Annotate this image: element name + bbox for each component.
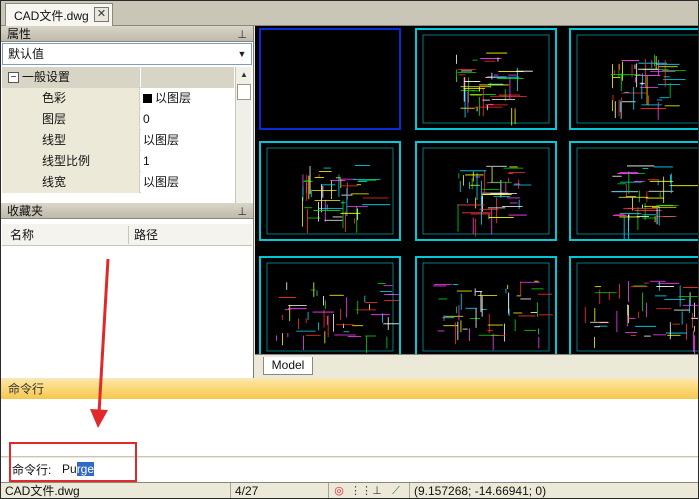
property-value[interactable]: 以图层 bbox=[141, 88, 234, 109]
property-group-cell: − 一般设置 bbox=[2, 67, 140, 88]
snap-icon[interactable]: ◎ bbox=[332, 484, 346, 498]
cad-app-window: CAD文件.dwg ✕ 属性 ⊥ 默认值 ▼ − 一般设置 色彩 以图层 图层 … bbox=[0, 0, 699, 499]
drawing-canvas[interactable]: Model bbox=[255, 26, 698, 378]
scroll-thumb[interactable] bbox=[237, 84, 251, 100]
close-tab-icon[interactable]: ✕ bbox=[94, 7, 109, 22]
drawing-sheet[interactable] bbox=[415, 256, 557, 358]
status-bar: CAD文件.dwg 4/27 ◎ ⋮⋮ ⊥ ⟋ (9.157268; -14.6… bbox=[1, 482, 698, 498]
property-name: 线型比例 bbox=[2, 151, 140, 172]
sheet-inner-border bbox=[576, 262, 698, 352]
property-row-color[interactable]: 色彩 以图层 bbox=[2, 88, 234, 109]
status-coordinates: (9.157268; -14.66941; 0) bbox=[409, 483, 698, 498]
drawing-sheet[interactable] bbox=[569, 141, 698, 241]
favorites-panel-title: 收藏夹 bbox=[7, 204, 44, 218]
sheet-drawing bbox=[266, 262, 399, 353]
sheet-drawing bbox=[576, 262, 698, 356]
color-swatch bbox=[143, 94, 152, 103]
sheet-inner-border bbox=[422, 262, 550, 352]
sheet-drawing bbox=[576, 147, 698, 239]
favorites-column-header: 名称 路径 bbox=[2, 224, 252, 246]
property-value[interactable]: 1 bbox=[141, 151, 234, 172]
model-tab[interactable]: Model bbox=[263, 357, 313, 375]
properties-selector[interactable]: 默认值 ▼ bbox=[2, 43, 252, 65]
drawing-sheet[interactable] bbox=[415, 28, 557, 130]
sheet-drawing bbox=[422, 262, 553, 352]
document-tab-label: CAD文件.dwg bbox=[14, 8, 89, 23]
drawing-sheet[interactable] bbox=[569, 256, 698, 358]
drawing-sheet[interactable] bbox=[569, 28, 698, 130]
property-name: 线型 bbox=[2, 130, 140, 151]
chevron-down-icon[interactable]: ▼ bbox=[235, 46, 249, 62]
ortho-icon[interactable]: ⊥ bbox=[370, 484, 384, 498]
property-group-value-cell bbox=[141, 67, 234, 88]
document-tab[interactable]: CAD文件.dwg ✕ bbox=[5, 3, 113, 26]
polar-icon[interactable]: ⟋ bbox=[389, 484, 403, 498]
property-name: 图层 bbox=[2, 109, 140, 130]
column-name[interactable]: 名称 bbox=[10, 224, 34, 246]
properties-panel-title: 属性 bbox=[7, 27, 32, 41]
sheet-drawing bbox=[422, 34, 550, 126]
property-row-linetype-scale[interactable]: 线型比例 1 bbox=[2, 151, 234, 172]
property-value-text: 以图层 bbox=[155, 91, 192, 105]
property-row-linetype[interactable]: 线型 以图层 bbox=[2, 130, 234, 151]
property-value[interactable]: 以图层 bbox=[141, 130, 234, 151]
property-name: 线宽 bbox=[2, 172, 140, 193]
drawing-sheet[interactable] bbox=[415, 141, 557, 241]
drawing-sheet-selected[interactable] bbox=[259, 28, 401, 130]
column-path[interactable]: 路径 bbox=[134, 224, 158, 246]
property-row-layer[interactable]: 图层 0 bbox=[2, 109, 234, 130]
properties-selector-value: 默认值 bbox=[8, 47, 45, 61]
sheet-drawing bbox=[422, 147, 550, 237]
scroll-up-icon[interactable]: ▲ bbox=[237, 68, 251, 82]
property-group-general[interactable]: − 一般设置 bbox=[2, 67, 234, 88]
drawing-sheet[interactable] bbox=[259, 256, 401, 358]
property-name: 色彩 bbox=[2, 88, 140, 109]
collapse-icon[interactable]: − bbox=[8, 72, 19, 83]
properties-scrollbar[interactable]: ▲ ▼ bbox=[235, 67, 251, 217]
properties-panel-header: 属性 ⊥ bbox=[1, 26, 253, 42]
pin-icon[interactable]: ⊥ bbox=[237, 27, 247, 43]
sheet-inner-border bbox=[266, 147, 394, 235]
property-row-lineweight[interactable]: 线宽 以图层 bbox=[2, 172, 234, 193]
sheet-inner-border bbox=[422, 34, 550, 124]
status-page: 4/27 bbox=[231, 483, 329, 498]
grid-icon[interactable]: ⋮⋮ bbox=[350, 484, 372, 498]
sheet-inner-border bbox=[576, 34, 698, 124]
status-file-name: CAD文件.dwg bbox=[1, 483, 231, 498]
annotation-highlight-box bbox=[9, 442, 137, 482]
favorites-panel-header: 收藏夹 ⊥ bbox=[1, 203, 253, 219]
sheet-inner-border bbox=[266, 262, 394, 352]
document-tab-bar: CAD文件.dwg ✕ bbox=[1, 1, 698, 26]
sheet-inner-border bbox=[422, 147, 550, 235]
property-group-label: 一般设置 bbox=[22, 70, 71, 84]
property-value[interactable]: 0 bbox=[141, 109, 234, 130]
layout-tab-bar: Model bbox=[255, 354, 698, 378]
property-value[interactable]: 以图层 bbox=[141, 172, 234, 193]
sheet-drawing bbox=[576, 34, 698, 124]
drawing-sheet[interactable] bbox=[259, 141, 401, 241]
command-panel-header: 命令行 bbox=[1, 379, 698, 399]
properties-grid: − 一般设置 色彩 以图层 图层 0 线型 以图层 线型比例 1 线宽 以图层 bbox=[2, 67, 234, 217]
sheet-drawing bbox=[266, 147, 394, 235]
column-divider[interactable] bbox=[128, 226, 129, 244]
left-panels: 属性 ⊥ 默认值 ▼ − 一般设置 色彩 以图层 图层 0 线型 以图层 线型比… bbox=[1, 26, 254, 378]
pin-icon[interactable]: ⊥ bbox=[237, 204, 247, 220]
